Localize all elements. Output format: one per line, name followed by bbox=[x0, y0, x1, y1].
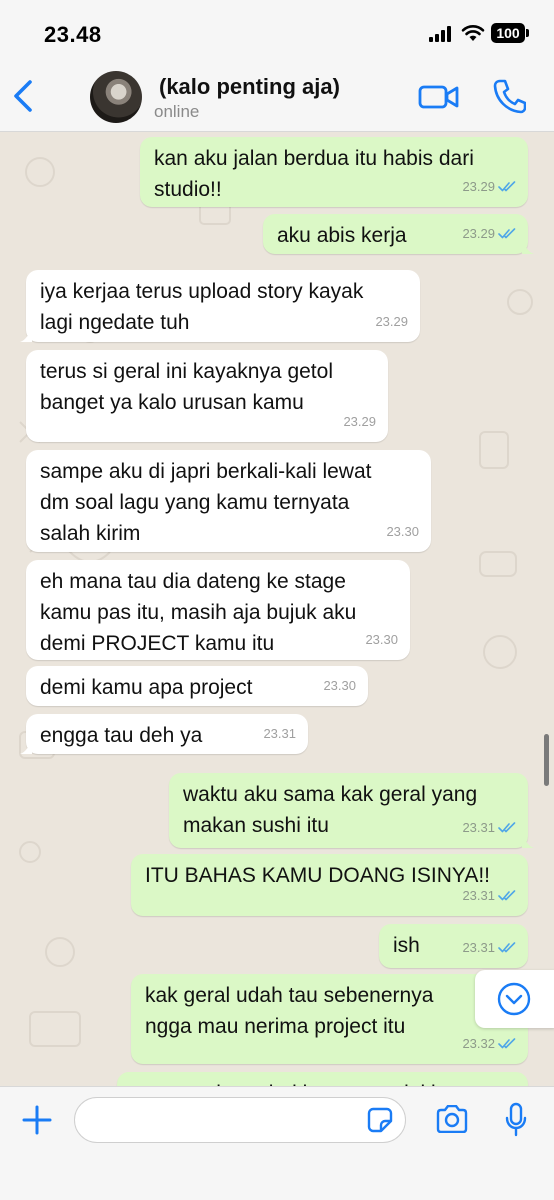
incoming-message-bubble[interactable]: engga tau deh ya 23.31 bbox=[20, 714, 308, 754]
message-timestamp: 23.31 bbox=[462, 820, 495, 835]
incoming-message-bubble[interactable]: sampe aku di japri berkali-kali lewat dm… bbox=[26, 450, 431, 552]
bubble-tail bbox=[522, 834, 534, 848]
message-text: engga tau deh ya bbox=[40, 724, 203, 747]
message-text: ITU BAHAS KAMU DOANG ISINYA!! bbox=[145, 864, 491, 887]
scrollbar[interactable] bbox=[544, 734, 549, 786]
outgoing-message-bubble[interactable]: waktu aku sama kak geral yang makan sush… bbox=[169, 773, 534, 848]
message-meta: 23.29 bbox=[375, 306, 408, 337]
cellular-signal-icon bbox=[429, 26, 455, 42]
message-timestamp: 23.31 bbox=[462, 888, 495, 903]
outgoing-message-bubble[interactable]: kak geral udah tau sebenernya ngga mau n… bbox=[131, 974, 528, 1064]
message-timestamp: 23.31 bbox=[263, 726, 296, 741]
back-chevron-icon[interactable] bbox=[8, 76, 40, 116]
message-text: terus si geral ini kayaknya getol banget… bbox=[40, 360, 333, 414]
microphone-icon[interactable] bbox=[504, 1102, 528, 1138]
message-text: kak geral udah tau sebenernya ngga mau n… bbox=[145, 984, 434, 1038]
video-call-icon[interactable] bbox=[418, 82, 460, 112]
message-timestamp: 23.29 bbox=[375, 314, 408, 329]
read-receipt-icon bbox=[498, 181, 516, 192]
incoming-message-bubble[interactable]: demi kamu apa project 23.30 bbox=[26, 666, 368, 706]
phone-call-icon[interactable] bbox=[492, 78, 526, 114]
message-meta: 23.29 bbox=[343, 406, 376, 437]
read-receipt-icon bbox=[498, 942, 516, 953]
contact-status: online bbox=[154, 102, 200, 121]
read-receipt-icon bbox=[498, 890, 516, 901]
message-meta: 23.29 bbox=[462, 218, 516, 249]
message-input[interactable] bbox=[74, 1097, 406, 1143]
wifi-icon bbox=[461, 25, 485, 41]
message-timestamp: 23.30 bbox=[386, 524, 419, 539]
read-receipt-icon bbox=[498, 228, 516, 239]
status-time: 23.48 bbox=[44, 22, 102, 47]
read-receipt-icon bbox=[498, 1038, 516, 1049]
message-meta: 23.31 bbox=[462, 932, 516, 963]
message-text: demi kamu apa project bbox=[40, 676, 253, 699]
incoming-message-bubble[interactable]: terus si geral ini kayaknya getol banget… bbox=[26, 350, 388, 442]
outgoing-message-bubble[interactable]: ish 23.31 bbox=[379, 924, 528, 968]
bubble-tail bbox=[20, 740, 32, 754]
scroll-to-bottom-button[interactable] bbox=[475, 970, 554, 1028]
message-text: eh mana tau dia dateng ke stage kamu pas… bbox=[40, 570, 357, 655]
contact-name[interactable]: (kalo penting aja) bbox=[159, 74, 340, 100]
message-meta: 23.30 bbox=[386, 516, 419, 547]
message-meta: 23.32 bbox=[462, 1028, 516, 1059]
message-meta: 23.31 bbox=[462, 812, 516, 843]
message-timestamp: 23.30 bbox=[365, 632, 398, 647]
chat-header: (kalo penting aja) online bbox=[0, 62, 554, 132]
message-meta: 23.30 bbox=[323, 670, 356, 701]
plus-icon[interactable] bbox=[22, 1105, 52, 1135]
message-text: sampe aku di japri berkali-kali lewat dm… bbox=[40, 460, 372, 545]
bubble-tail bbox=[522, 240, 534, 254]
outgoing-message-bubble[interactable]: aku abis kerja 23.29 bbox=[263, 214, 534, 254]
outgoing-message-bubble[interactable]: ITU BAHAS KAMU DOANG ISINYA!! 23.31 bbox=[131, 854, 528, 916]
sticker-icon[interactable] bbox=[367, 1107, 393, 1133]
message-timestamp: 23.31 bbox=[462, 940, 495, 955]
contact-avatar[interactable] bbox=[90, 71, 142, 123]
message-meta: 23.31 bbox=[462, 880, 516, 911]
chat-messages-area[interactable]: kan aku jalan berdua itu habis dari stud… bbox=[0, 132, 554, 1086]
message-text: ya masa lagu dari kamu spesial buat bbox=[131, 1072, 514, 1086]
camera-icon[interactable] bbox=[435, 1105, 469, 1133]
message-text: kan aku jalan berdua itu habis dari stud… bbox=[154, 147, 474, 201]
battery-indicator: 100 bbox=[491, 23, 529, 43]
composer-bar bbox=[0, 1086, 554, 1200]
read-receipt-icon bbox=[498, 822, 516, 833]
outgoing-message-bubble[interactable]: ya masa lagu dari kamu spesial buat bbox=[117, 1072, 528, 1086]
message-timestamp: 23.32 bbox=[462, 1036, 495, 1051]
message-text: iya kerjaa terus upload story kayak lagi… bbox=[40, 280, 364, 334]
outgoing-message-bubble[interactable]: kan aku jalan berdua itu habis dari stud… bbox=[140, 137, 528, 207]
message-timestamp: 23.29 bbox=[462, 226, 495, 241]
chevron-down-circle-icon bbox=[497, 982, 531, 1016]
incoming-message-bubble[interactable]: eh mana tau dia dateng ke stage kamu pas… bbox=[26, 560, 410, 660]
message-meta: 23.31 bbox=[263, 718, 296, 749]
message-timestamp: 23.29 bbox=[462, 179, 495, 194]
message-timestamp: 23.30 bbox=[323, 678, 356, 693]
message-meta: 23.30 bbox=[365, 624, 398, 655]
message-timestamp: 23.29 bbox=[343, 414, 376, 429]
incoming-message-bubble[interactable]: iya kerjaa terus upload story kayak lagi… bbox=[20, 270, 420, 342]
bubble-tail bbox=[20, 328, 32, 342]
status-bar: 23.48 100 bbox=[0, 0, 554, 62]
message-meta: 23.29 bbox=[462, 171, 516, 202]
